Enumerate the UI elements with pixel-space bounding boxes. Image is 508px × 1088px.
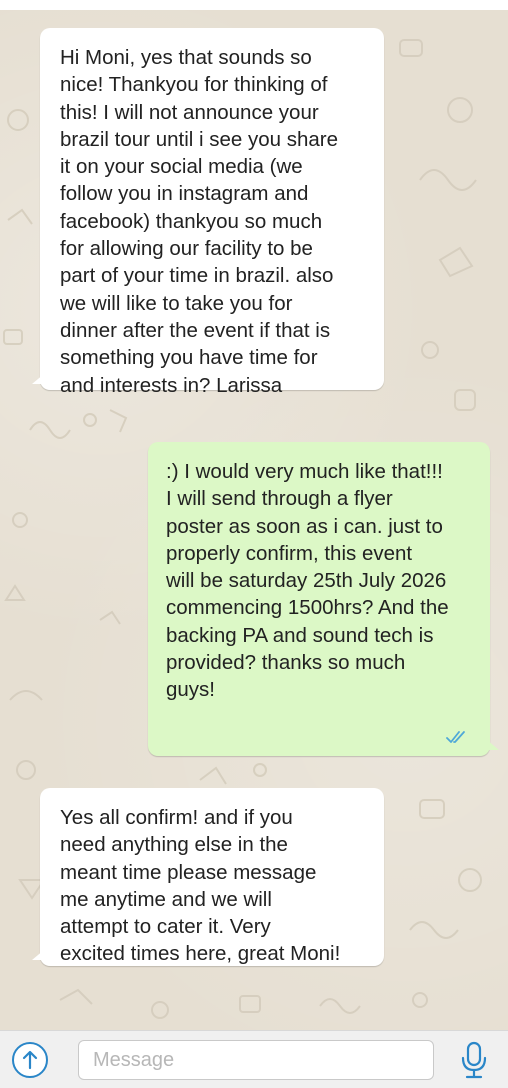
message-text: Yes all confirm! and if you need anythin… — [60, 806, 341, 966]
upload-arrow-icon — [22, 1050, 38, 1070]
message-composer — [0, 1030, 508, 1088]
double-check-icon — [446, 731, 465, 743]
microphone-button[interactable] — [454, 1039, 494, 1081]
upload-button[interactable] — [12, 1042, 48, 1078]
message-text: Hi Moni, yes that sounds so nice! Thanky… — [60, 46, 339, 397]
outgoing-message-bubble[interactable]: :) I would very much like that!!! I will… — [148, 442, 499, 756]
message-text: :) I would very much like that!!! I will… — [166, 460, 449, 702]
header-strip — [0, 0, 508, 10]
chat-area[interactable]: Hi Moni, yes that sounds so nice! Thanky… — [0, 0, 508, 1030]
message-input[interactable] — [78, 1040, 434, 1080]
incoming-message-bubble[interactable]: Hi Moni, yes that sounds so nice! Thanky… — [32, 28, 384, 397]
incoming-message-bubble[interactable]: Yes all confirm! and if you need anythin… — [32, 788, 384, 966]
microphone-icon — [461, 1041, 487, 1079]
